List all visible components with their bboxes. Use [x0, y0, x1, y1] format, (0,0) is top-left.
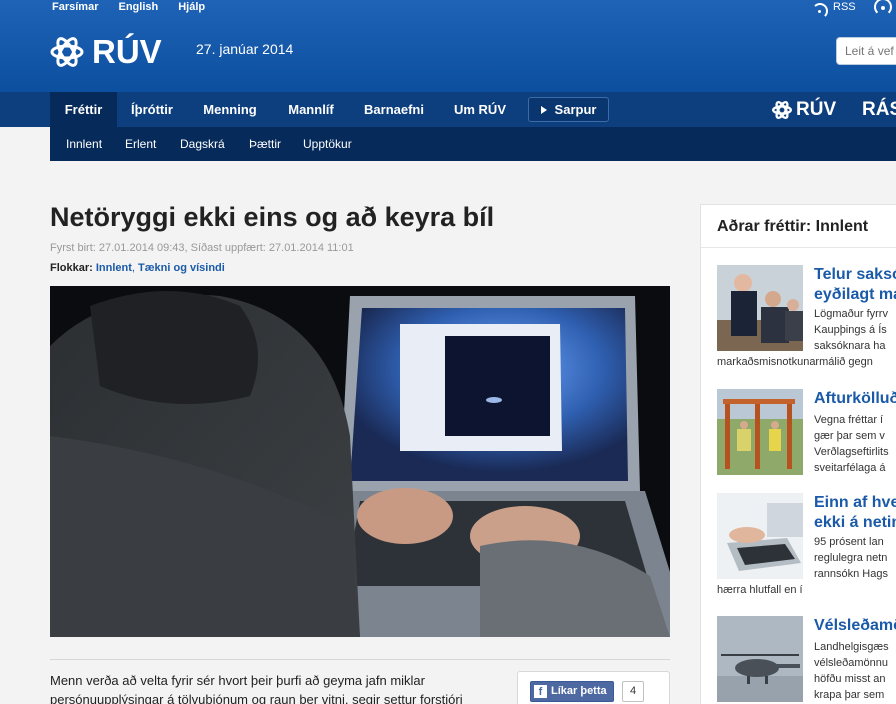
news-summary-line: vélsleðamönnu: [814, 657, 888, 669]
nav-item-frettir[interactable]: Fréttir: [50, 92, 117, 127]
news-title-line-2: ekki á netin: [814, 514, 896, 531]
category-link-taekni[interactable]: Tækni og vísindi: [138, 262, 225, 274]
sidebar-news-item[interactable]: Einn af hve ekki á netin 95 prósent lan …: [717, 493, 896, 596]
play-icon: [540, 106, 547, 114]
news-title-line-1: Afturkölluð: [814, 390, 896, 407]
sarpur-button[interactable]: Sarpur: [528, 97, 609, 122]
news-summary-line: Vegna fréttar í: [814, 414, 884, 426]
news-title: Afturkölluð: [814, 389, 896, 409]
subnav-item-upptokur[interactable]: Upptökur: [303, 127, 352, 161]
ruv-logo-icon: [50, 35, 84, 69]
thumb-courtroom: [717, 265, 803, 351]
news-summary-line: Landhelgisgæs: [814, 641, 889, 653]
article-categories: Flokkar: Innlent, Tækni og vísindi: [50, 262, 225, 274]
sidebar-divider: [701, 247, 896, 248]
subnav-item-innlent[interactable]: Innlent: [66, 127, 102, 161]
news-title: Vélsleðamö: [814, 616, 896, 636]
rss-icon: [818, 2, 829, 13]
news-summary-line: Lögmaður fyrrv: [814, 308, 888, 320]
news-summary-line: rannsókn Hags: [814, 568, 888, 580]
news-thumbnail: [717, 389, 803, 475]
ruv-channel-label: RÚV: [796, 99, 837, 120]
article-meta: Fyrst birt: 27.01.2014 09:43, Síðast upp…: [50, 242, 354, 254]
nav-item-menning[interactable]: Menning: [189, 92, 271, 127]
nav-item-ithrottir[interactable]: Íþróttir: [117, 92, 187, 127]
sub-nav: Innlent Erlent Dagskrá Þættir Upptökur: [50, 127, 896, 161]
news-summary-line: höfðu misst an: [814, 673, 886, 685]
sidebar-news-item[interactable]: Telur saksó eyðilagt má Lögmaður fyrrv K…: [717, 265, 896, 368]
site-header: Farsímar English Hjálp RSS RÚV 27. janúa…: [0, 0, 896, 92]
top-link-hjalp[interactable]: Hjálp: [178, 1, 205, 13]
ruv-small-emblem-icon: [772, 100, 792, 120]
news-thumbnail: [717, 493, 803, 579]
rss-label: RSS: [833, 1, 856, 13]
article-title: Netöryggi ekki eins og að keyra bíl: [50, 202, 495, 232]
news-summary-line: reglulegra netn: [814, 552, 888, 564]
news-summary-line: saksóknara ha: [814, 340, 886, 352]
categories-label: Flokkar:: [50, 262, 93, 274]
facebook-like-button[interactable]: f Líkar þetta: [530, 681, 614, 702]
top-link-english[interactable]: English: [118, 1, 158, 13]
subnav-item-erlent[interactable]: Erlent: [125, 127, 156, 161]
news-summary-line: krapa þar sem: [814, 689, 885, 701]
news-summary-line: gær þar sem v: [814, 430, 885, 442]
sidebar-news-item[interactable]: Vélsleðamö Landhelgisgæs vélsleðamönnu h…: [717, 616, 896, 704]
news-title-line-1: Telur saksó: [814, 266, 896, 283]
news-summary-line: markaðsmisnotkunarmálið gegn: [717, 356, 873, 368]
share-box: f Líkar þetta 4: [517, 671, 670, 704]
news-title-line-1: Einn af hve: [814, 494, 896, 511]
news-summary-line: Kaupþings á Ís: [814, 324, 887, 336]
ruv-logo[interactable]: RÚV: [50, 33, 162, 71]
news-summary-line: sveitarfélaga á: [814, 462, 886, 474]
rss-link[interactable]: RSS: [818, 1, 856, 13]
news-thumbnail: [717, 265, 803, 351]
top-links: Farsímar English Hjálp: [52, 1, 205, 13]
nav-item-barnaefni[interactable]: Barnaefni: [352, 92, 436, 127]
ruv-logo-text: RÚV: [92, 33, 162, 70]
main-nav: Fréttir Íþróttir Menning Mannlíf Barnaef…: [0, 92, 896, 127]
news-title-line-1: Vélsleðamö: [814, 617, 896, 634]
facebook-like-count: 4: [622, 681, 644, 702]
facebook-icon: f: [534, 685, 547, 698]
category-link-innlent[interactable]: Innlent: [96, 262, 132, 274]
news-thumbnail: [717, 616, 803, 702]
facebook-like-label: Líkar þetta: [551, 685, 607, 697]
ras-channel-logo[interactable]: RÁS: [862, 99, 896, 121]
article-hero-image: [50, 286, 670, 637]
sidebar-news-item[interactable]: Afturkölluð Vegna fréttar í gær þar sem …: [717, 389, 896, 475]
ruv-emblem-icon: [50, 37, 84, 67]
article-body-line-2: persónuupplýsingar á tölvuþjónum og raun…: [50, 692, 463, 704]
article-body-line-1: Menn verða að velta fyrir sér hvort þeir…: [50, 673, 425, 688]
nav-item-mannlif[interactable]: Mannlíf: [276, 92, 346, 127]
ruv-channel-logo[interactable]: RÚV: [772, 99, 836, 121]
wifi-icon[interactable]: [874, 0, 892, 16]
article-divider: [50, 659, 670, 660]
subnav-item-dagskra[interactable]: Dagskrá: [180, 127, 225, 161]
sarpur-label: Sarpur: [554, 102, 597, 117]
laptop-photo: [50, 286, 670, 637]
top-link-farsimar[interactable]: Farsímar: [52, 1, 98, 13]
news-summary-line: hærra hlutfall en í: [717, 584, 803, 596]
subnav-item-thaettir[interactable]: Þættir: [249, 127, 281, 161]
news-summary-line: Verðlagseftirlits: [814, 446, 889, 458]
thumb-helicopter: [717, 616, 803, 702]
thumb-laptop: [717, 493, 803, 579]
header-date: 27. janúar 2014: [196, 41, 294, 57]
sidebar-title: Aðrar fréttir: Innlent: [717, 218, 869, 235]
news-title-line-2: eyðilagt má: [814, 286, 896, 303]
search-input[interactable]: [836, 37, 896, 65]
thumb-playground: [717, 389, 803, 475]
news-title: Telur saksó eyðilagt má: [814, 265, 896, 305]
news-summary-line: 95 prósent lan: [814, 536, 884, 548]
nav-item-um-ruv[interactable]: Um RÚV: [442, 92, 518, 127]
news-title: Einn af hve ekki á netin: [814, 493, 896, 533]
article-body: Menn verða að velta fyrir sér hvort þeir…: [50, 671, 505, 704]
